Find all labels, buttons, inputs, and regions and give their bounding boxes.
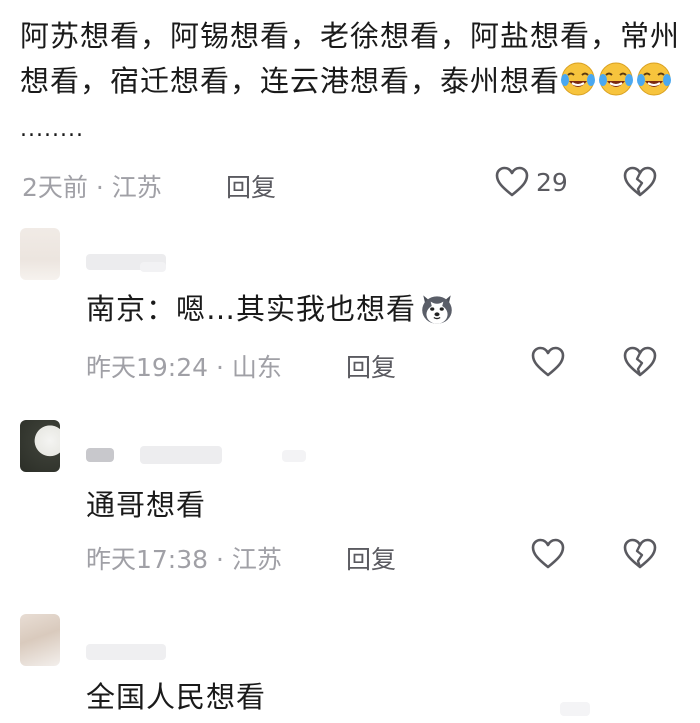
comment-time-location: 2天前 · 江苏 [22, 173, 162, 202]
reply-comment-3: 全国人民想看 [86, 674, 266, 716]
laugh-cry-emoji-icon [599, 62, 634, 96]
reply-comment-1: 南京：嗯…其实我也想看 [86, 286, 458, 328]
like-count: 29 [536, 168, 568, 197]
laugh-cry-emoji-icon [637, 62, 672, 96]
heart-icon[interactable] [494, 164, 530, 200]
avatar[interactable] [20, 228, 60, 280]
husky-dog-emoji-icon [422, 295, 452, 324]
reply-text: 全国人民想看 [86, 680, 267, 714]
broken-heart-icon[interactable] [622, 344, 658, 380]
reply-button[interactable]: 回复 [346, 540, 396, 576]
heart-icon[interactable] [530, 536, 566, 572]
reply-text: 南京：嗯…其实我也想看 [86, 292, 417, 326]
username-blurred [140, 446, 222, 464]
broken-heart-icon[interactable] [622, 164, 658, 200]
top-comment-meta: 2天前 · 江苏 回复 29 [0, 164, 700, 204]
reply-button[interactable]: 回复 [226, 168, 276, 204]
reply-comment-2: 通哥想看 [86, 482, 206, 524]
reply-text: 通哥想看 [86, 488, 207, 522]
laugh-cry-emoji-icon [561, 62, 596, 96]
reply-2-meta: 昨天17:38 · 江苏 回复 [0, 536, 700, 576]
top-comment: 阿苏想看，阿锡想看，老徐想看，阿盐想看，常州想看，宿迁想看，连云港想看，泰州想看… [20, 14, 690, 152]
heart-icon[interactable] [530, 344, 566, 380]
avatar[interactable] [20, 614, 60, 666]
reply-1-meta: 昨天19:24 · 山东 回复 [0, 344, 700, 384]
username-blurred[interactable] [86, 448, 114, 462]
comment-time-location: 昨天19:24 · 山东 [86, 353, 282, 382]
username-blurred[interactable] [86, 644, 166, 660]
broken-heart-icon[interactable] [622, 536, 658, 572]
username-blurred [282, 450, 306, 462]
comment-time-location: 昨天17:38 · 江苏 [86, 545, 282, 574]
username-blurred [140, 262, 166, 272]
reply-button[interactable]: 回复 [346, 348, 396, 384]
top-comment-ellipsis: ........ [20, 117, 84, 142]
avatar[interactable] [20, 420, 60, 472]
blurred-fragment [560, 702, 590, 716]
